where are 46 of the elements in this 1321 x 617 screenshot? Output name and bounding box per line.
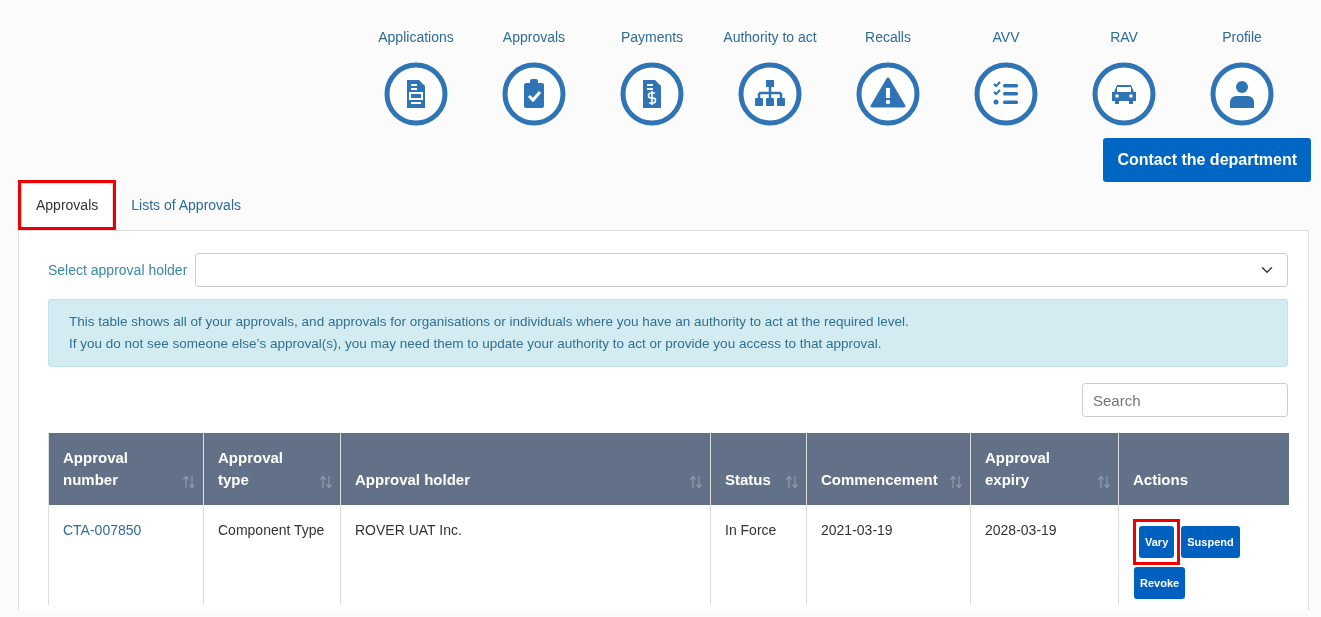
column-title: Approval number [63,449,128,488]
field-label: Select approval holder [48,260,188,280]
column-title: Status [725,471,771,488]
column-title: Approval holder [355,471,470,488]
column-header[interactable]: Actions [1118,433,1289,505]
nav-link[interactable]: RAV [1110,28,1138,46]
nav-link[interactable]: Profile [1222,28,1262,46]
column-header[interactable]: Approval number [48,433,204,505]
nav-link[interactable]: Payments [620,28,684,46]
car-icon[interactable] [1092,62,1156,126]
column-title: Approval type [218,449,283,488]
document-icon[interactable] [384,62,448,126]
tab[interactable]: Approvals [21,183,114,227]
column-header[interactable]: Commencement [806,433,971,505]
info-text: This table shows all of your approvals, and approvals for organisations or individuals where you have an authority to act at the required level. [69,313,910,331]
action-button[interactable]: Suspend [1181,526,1240,558]
approval-link[interactable]: CTA-007850 [63,522,142,538]
invoice-icon[interactable] [620,62,684,126]
column-title: Approval expiry [985,449,1050,488]
nav-link[interactable]: Approvals [502,28,566,46]
info-text: If you do not see someone else’s approval(s), you may need them to update your authority to act or provide you access to that approval. [69,335,883,353]
nav-link[interactable]: Recalls [865,28,911,46]
column-title: Commencement [821,471,938,488]
column-header[interactable]: Approval holder [340,433,711,505]
table-cell: ROVER UAT Inc. [355,522,462,538]
search-field[interactable]: Search [1082,383,1288,417]
action-button[interactable]: Vary [1139,526,1175,558]
warning-icon[interactable] [856,62,920,126]
column-title: Actions [1133,471,1188,488]
nav-link[interactable]: Applications [378,28,454,46]
column-header[interactable]: Approval expiry [970,433,1119,505]
contact-button[interactable]: Contact the department [1103,138,1311,182]
column-header[interactable]: Approval type [203,433,341,505]
tab[interactable]: Lists of Approvals [116,180,256,230]
column-header[interactable]: Status [710,433,807,505]
hierarchy-icon[interactable] [738,62,802,126]
checklist-icon[interactable] [974,62,1038,126]
table-cell: 2028-03-19 [985,522,1057,538]
nav-link[interactable]: AVV [992,28,1020,46]
user-icon[interactable] [1210,62,1274,126]
table-cell: In Force [725,522,777,538]
clipboard-check-icon[interactable] [502,62,566,126]
table-cell: 2021-03-19 [821,522,893,538]
nav-link[interactable]: Authority to act [723,28,817,46]
action-button[interactable]: Revoke [1134,567,1186,599]
table-cell: Component Type [218,522,325,538]
